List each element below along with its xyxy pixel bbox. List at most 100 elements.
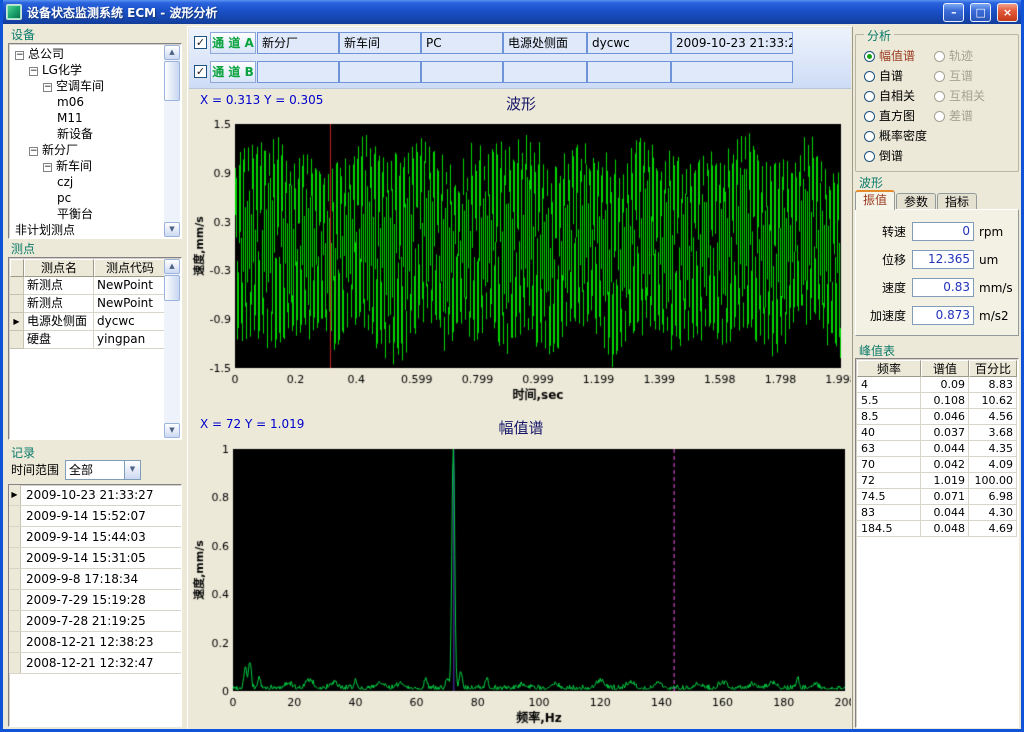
record-row[interactable]: 2008-12-21 12:32:47 — [9, 653, 181, 674]
radio-icon[interactable] — [864, 71, 875, 82]
channel-b-field-4[interactable] — [587, 61, 671, 83]
spectrum-chart[interactable] — [191, 439, 851, 731]
tree-node-label: M11 — [57, 111, 83, 125]
maximize-button[interactable]: □ — [970, 3, 991, 22]
tree-node[interactable]: pc — [11, 190, 164, 206]
analysis-option[interactable]: 自相关 — [864, 89, 915, 107]
tree-node[interactable]: czj — [11, 174, 164, 190]
radio-icon[interactable] — [864, 131, 875, 142]
record-timestamp: 2009-9-14 15:52:07 — [21, 506, 146, 526]
radio-icon[interactable] — [864, 111, 875, 122]
peaks-header-row: 频率谱值百分比 — [857, 360, 1017, 377]
channel-a-field-2[interactable]: PC — [421, 32, 503, 54]
scroll-thumb[interactable] — [164, 61, 180, 101]
channel-a-field-5[interactable]: 2009-10-23 21:33:27 — [671, 32, 793, 54]
points-section-label: 测点 — [11, 242, 35, 256]
points-row[interactable]: 新测点NewPoint — [10, 295, 164, 313]
record-row[interactable]: 2009-9-14 15:52:07 — [9, 506, 181, 527]
tree-node[interactable]: −LG化学 — [11, 62, 164, 78]
analysis-option[interactable]: 幅值谱 — [864, 49, 915, 67]
channel-a-field-3[interactable]: 电源处侧面 — [503, 32, 587, 54]
record-row[interactable]: 2008-12-21 12:38:23 — [9, 632, 181, 653]
channel-b-field-5[interactable] — [671, 61, 793, 83]
channel-b-field-1[interactable] — [339, 61, 421, 83]
time-range-label: 时间范围 — [11, 460, 59, 480]
tree-node[interactable]: 非计划测点 — [11, 222, 164, 236]
peaks-row[interactable]: 184.50.0484.69 — [857, 521, 1017, 537]
points-cell: yingpan — [94, 331, 166, 349]
tree-node[interactable]: 平衡台 — [11, 206, 164, 222]
peaks-row[interactable]: 721.019100.00 — [857, 473, 1017, 489]
points-cell: 硬盘 — [24, 331, 94, 349]
record-row[interactable]: 2009-9-14 15:44:03 — [9, 527, 181, 548]
points-row[interactable]: 新测点NewPoint — [10, 277, 164, 295]
peaks-cell: 100.00 — [969, 473, 1017, 489]
record-row[interactable]: 2009-9-8 17:18:34 — [9, 569, 181, 590]
points-scrollbar[interactable]: ▲ ▼ — [164, 259, 180, 438]
channel-b-field-0[interactable] — [257, 61, 339, 83]
points-cell: 新测点 — [24, 277, 94, 295]
waveform-chart[interactable] — [191, 113, 851, 409]
tree-expander-icon[interactable]: − — [43, 163, 52, 172]
radio-icon[interactable] — [864, 51, 875, 62]
analysis-option: 差谱 — [934, 109, 973, 127]
vibration-tab-0[interactable]: 振值 — [855, 190, 895, 210]
scroll-up-icon[interactable]: ▲ — [164, 259, 180, 274]
record-row[interactable]: 2009-7-29 15:19:28 — [9, 590, 181, 611]
peaks-cell: 4.56 — [969, 409, 1017, 425]
tree-node[interactable]: m06 — [11, 94, 164, 110]
tree-node[interactable]: −总公司 — [11, 46, 164, 62]
analysis-option[interactable]: 倒谱 — [864, 149, 903, 167]
tree-expander-icon[interactable]: − — [29, 147, 38, 156]
peaks-row[interactable]: 830.0444.30 — [857, 505, 1017, 521]
dropdown-arrow-icon[interactable]: ▼ — [124, 461, 140, 479]
record-row[interactable]: 2009-7-28 21:19:25 — [9, 611, 181, 632]
peaks-grid: 频率谱值百分比40.098.835.50.10810.628.50.0464.5… — [857, 360, 1017, 537]
channel-a-label: 通 道 A — [210, 32, 256, 54]
peaks-row[interactable]: 8.50.0464.56 — [857, 409, 1017, 425]
channel-a-field-4[interactable]: dycwc — [587, 32, 671, 54]
record-row-selector — [9, 569, 21, 589]
analysis-option[interactable]: 自谱 — [864, 69, 903, 87]
peaks-row[interactable]: 5.50.10810.62 — [857, 393, 1017, 409]
channel-b-field-2[interactable] — [421, 61, 503, 83]
scroll-thumb[interactable] — [164, 275, 180, 301]
tree-expander-icon[interactable]: − — [29, 67, 38, 76]
peaks-cell: 70 — [857, 457, 921, 473]
analysis-option[interactable]: 概率密度 — [864, 129, 927, 147]
analysis-option[interactable]: 直方图 — [864, 109, 915, 127]
time-range-select[interactable]: 全部 ▼ — [65, 460, 141, 480]
peaks-row[interactable]: 700.0424.09 — [857, 457, 1017, 473]
tree-node[interactable]: −新分厂 — [11, 142, 164, 158]
minimize-button[interactable]: – — [943, 3, 964, 22]
channel-a-field-1[interactable]: 新车间 — [339, 32, 421, 54]
tree-expander-icon[interactable]: − — [15, 51, 24, 60]
channel-a-checkbox[interactable]: ✓ — [194, 36, 207, 49]
tree-node[interactable]: 新设备 — [11, 126, 164, 142]
tree-node[interactable]: M11 — [11, 110, 164, 126]
points-row[interactable]: ▶电源处侧面dycwc — [10, 313, 164, 331]
scroll-down-icon[interactable]: ▼ — [164, 423, 180, 438]
radio-icon[interactable] — [864, 91, 875, 102]
channel-a-field-0[interactable]: 新分厂 — [257, 32, 339, 54]
scroll-down-icon[interactable]: ▼ — [164, 222, 180, 237]
close-button[interactable]: × — [997, 3, 1018, 22]
vibration-tabs: 振值参数指标 — [855, 190, 1019, 210]
tree-expander-icon[interactable]: − — [43, 83, 52, 92]
peaks-row[interactable]: 400.0373.68 — [857, 425, 1017, 441]
scroll-up-icon[interactable]: ▲ — [164, 45, 180, 60]
channel-b-field-3[interactable] — [503, 61, 587, 83]
peaks-row[interactable]: 630.0444.35 — [857, 441, 1017, 457]
record-row-selector: ▶ — [9, 485, 21, 505]
tree-node[interactable]: −新车间 — [11, 158, 164, 174]
radio-icon[interactable] — [864, 151, 875, 162]
record-row[interactable]: 2009-9-14 15:31:05 — [9, 548, 181, 569]
points-row-selector — [10, 295, 24, 313]
peaks-row[interactable]: 74.50.0716.98 — [857, 489, 1017, 505]
tree-scrollbar[interactable]: ▲ ▼ — [164, 45, 180, 237]
channel-b-checkbox[interactable]: ✓ — [194, 65, 207, 78]
record-row[interactable]: ▶2009-10-23 21:33:27 — [9, 485, 181, 506]
peaks-row[interactable]: 40.098.83 — [857, 377, 1017, 393]
points-row[interactable]: 硬盘yingpan — [10, 331, 164, 349]
tree-node[interactable]: −空调车间 — [11, 78, 164, 94]
